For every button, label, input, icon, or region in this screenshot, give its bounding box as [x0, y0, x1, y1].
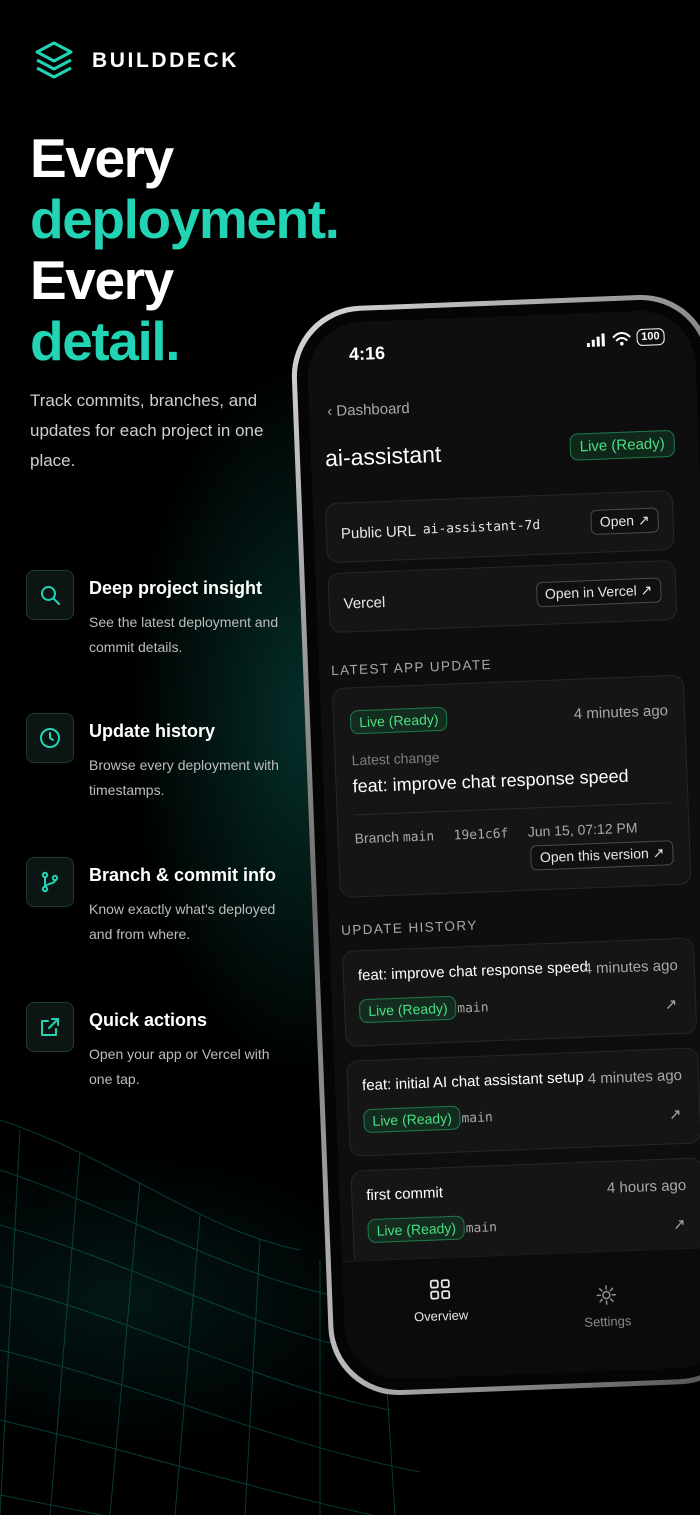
history-item-time: 4 minutes ago: [583, 957, 679, 978]
battery-indicator: 100: [635, 328, 665, 347]
history-item-time: 4 hours ago: [606, 1176, 687, 1197]
tab-overview[interactable]: Overview: [413, 1277, 469, 1325]
signal-icon: [586, 332, 605, 347]
bottom-tab-bar: Overview Settings: [341, 1246, 700, 1382]
phone-screen: 4:16 100 ‹ Dashboard ai-assistant Live (…: [305, 308, 700, 1382]
history-item-branch: main: [456, 1000, 489, 1017]
history-item[interactable]: feat: initial AI chat assistant setup 4 …: [346, 1047, 700, 1157]
project-title: ai-assistant: [324, 440, 442, 472]
divider: [353, 802, 672, 816]
phone-mockup-wrapper: 4:16 100 ‹ Dashboard ai-assistant Live (…: [0, 0, 700, 1515]
history-item-title: feat: improve chat response speed: [357, 958, 589, 985]
arrow-up-right-icon[interactable]: ↗: [664, 995, 677, 1013]
open-this-version-button[interactable]: Open this version ↗: [530, 840, 674, 871]
latest-update-card: Live (Ready) 4 minutes ago Latest change…: [331, 674, 692, 898]
status-time: 4:16: [348, 342, 386, 365]
gear-icon: [597, 1285, 617, 1305]
latest-update-heading: LATEST APP UPDATE: [330, 656, 493, 679]
open-url-button[interactable]: Open ↗: [590, 507, 660, 536]
history-item-title: feat: initial AI chat assistant setup: [361, 1068, 585, 1095]
history-item-branch: main: [465, 1220, 498, 1237]
branch-name: main: [402, 829, 435, 846]
wifi-icon: [612, 331, 631, 346]
latest-change-label: Latest change: [351, 749, 440, 769]
status-badge: Live (Ready): [569, 429, 676, 461]
commit-hash: 19e1c6f: [453, 826, 509, 844]
phone-frame: 4:16 100 ‹ Dashboard ai-assistant Live (…: [289, 292, 700, 1398]
arrow-up-right-icon[interactable]: ↗: [673, 1215, 686, 1233]
public-url-label: Public URL: [340, 522, 417, 543]
status-badge: Live (Ready): [367, 1215, 466, 1244]
history-item-time: 4 minutes ago: [587, 1066, 683, 1088]
status-icons: 100: [586, 328, 665, 348]
update-history-heading: UPDATE HISTORY: [340, 917, 478, 938]
public-url-value: ai-assistant-7d: [422, 517, 541, 538]
grid-icon: [429, 1279, 451, 1300]
history-item-branch: main: [461, 1110, 494, 1127]
vercel-label: Vercel: [343, 593, 386, 613]
latest-change-message: feat: improve chat response speed: [352, 765, 629, 797]
latest-update-time: 4 minutes ago: [573, 702, 669, 723]
status-badge: Live (Ready): [349, 706, 448, 735]
history-item[interactable]: feat: improve chat response speed 4 minu…: [341, 937, 698, 1047]
deploy-date: Jun 15, 07:12 PM: [527, 819, 638, 840]
public-url-card: Public URL ai-assistant-7d Open ↗: [324, 489, 675, 564]
open-in-vercel-button[interactable]: Open in Vercel ↗: [535, 577, 662, 608]
vercel-card: Vercel Open in Vercel ↗: [327, 559, 678, 634]
tab-label: Overview: [413, 1307, 469, 1325]
chevron-left-icon: ‹: [326, 402, 333, 421]
status-badge: Live (Ready): [363, 1105, 462, 1134]
status-badge: Live (Ready): [358, 995, 458, 1024]
tab-label: Settings: [584, 1313, 632, 1330]
history-item-title: first commit: [366, 1184, 444, 1205]
arrow-up-right-icon[interactable]: ↗: [669, 1105, 682, 1123]
tab-settings[interactable]: Settings: [583, 1283, 632, 1330]
back-to-dashboard[interactable]: ‹ Dashboard: [327, 400, 410, 420]
back-label: Dashboard: [336, 399, 411, 420]
branch-label: Branch: [354, 828, 400, 847]
